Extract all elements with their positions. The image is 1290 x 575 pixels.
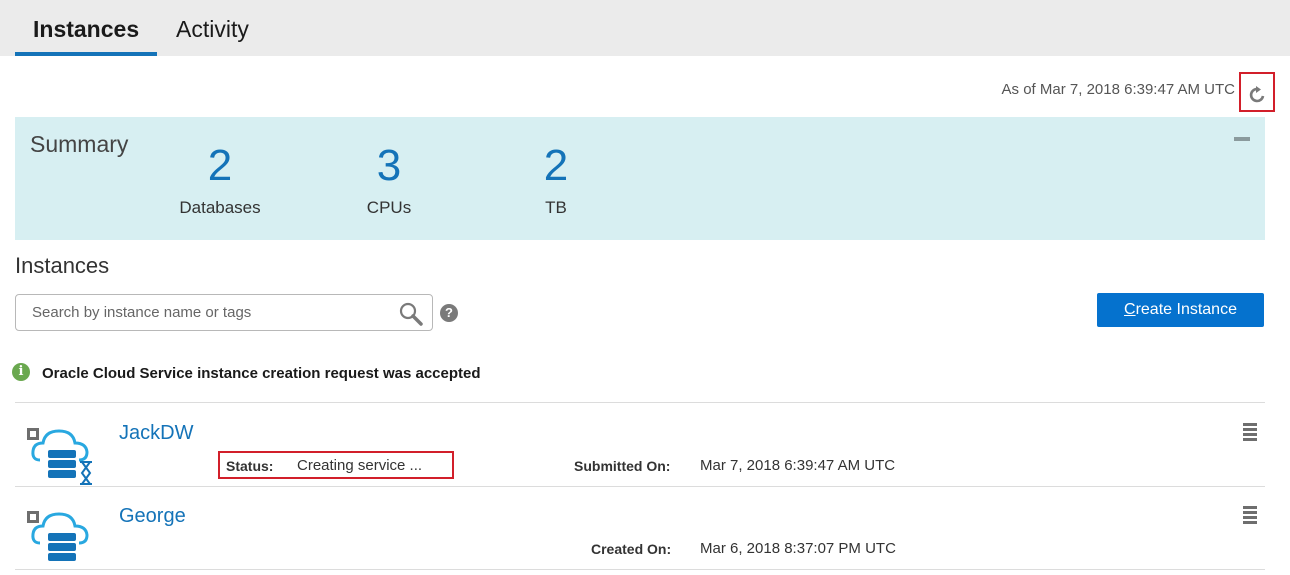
last-updated-text: As of Mar 7, 2018 6:39:47 AM UTC [1001,81,1235,98]
row-divider [15,402,1265,403]
metric-label: TB [545,198,567,217]
instances-section-title: Instances [15,253,110,278]
search-input[interactable] [32,304,392,321]
hamburger-menu-icon[interactable] [1241,505,1259,525]
hamburger-menu-icon[interactable] [1241,422,1259,442]
metric-databases: 2 Databases [160,137,280,218]
tab-instances[interactable]: Instances [33,16,139,43]
notice-message: Oracle Cloud Service instance creation r… [42,365,481,382]
created-on-label: Created On: [591,541,672,557]
submitted-on-value: Mar 7, 2018 6:39:47 AM UTC [700,457,896,474]
instance-name-link[interactable]: George [119,505,186,528]
help-icon[interactable]: ? [440,304,458,322]
tab-bar: Instances Activity [0,0,1290,56]
search-field [15,294,433,331]
summary-title: Summary [30,131,129,157]
refresh-icon [1249,86,1265,103]
metric-value: 2 [543,141,569,190]
refresh-button[interactable] [1239,72,1275,112]
cloud-database-icon [27,511,89,561]
metric-value: 3 [376,141,402,190]
submitted-on-label: Submitted On: [574,458,671,474]
created-on-value: Mar 6, 2018 8:37:07 PM UTC [700,540,896,557]
instance-name-link[interactable]: JackDW [119,422,193,445]
create-instance-mnemonic: C [1124,301,1136,318]
status-highlight [218,451,454,479]
create-instance-button[interactable]: Create Instance [1097,293,1264,327]
search-icon[interactable] [398,301,424,327]
metric-storage: 2 TB [496,137,616,218]
metric-label: CPUs [366,198,412,217]
metric-label: Databases [179,198,261,217]
summary-panel: Summary 2 Databases 3 CPUs 2 TB [15,117,1265,240]
create-instance-label: reate Instance [1135,301,1237,318]
metric-value: 2 [207,141,233,190]
collapse-summary-button[interactable] [1234,137,1250,141]
info-icon: i [12,363,30,381]
row-divider [15,486,1265,487]
tab-activity[interactable]: Activity [176,16,249,43]
cloud-database-pending-icon [27,428,92,485]
row-divider [15,569,1265,570]
active-tab-indicator [15,52,157,56]
metric-cpus: 3 CPUs [329,137,449,218]
